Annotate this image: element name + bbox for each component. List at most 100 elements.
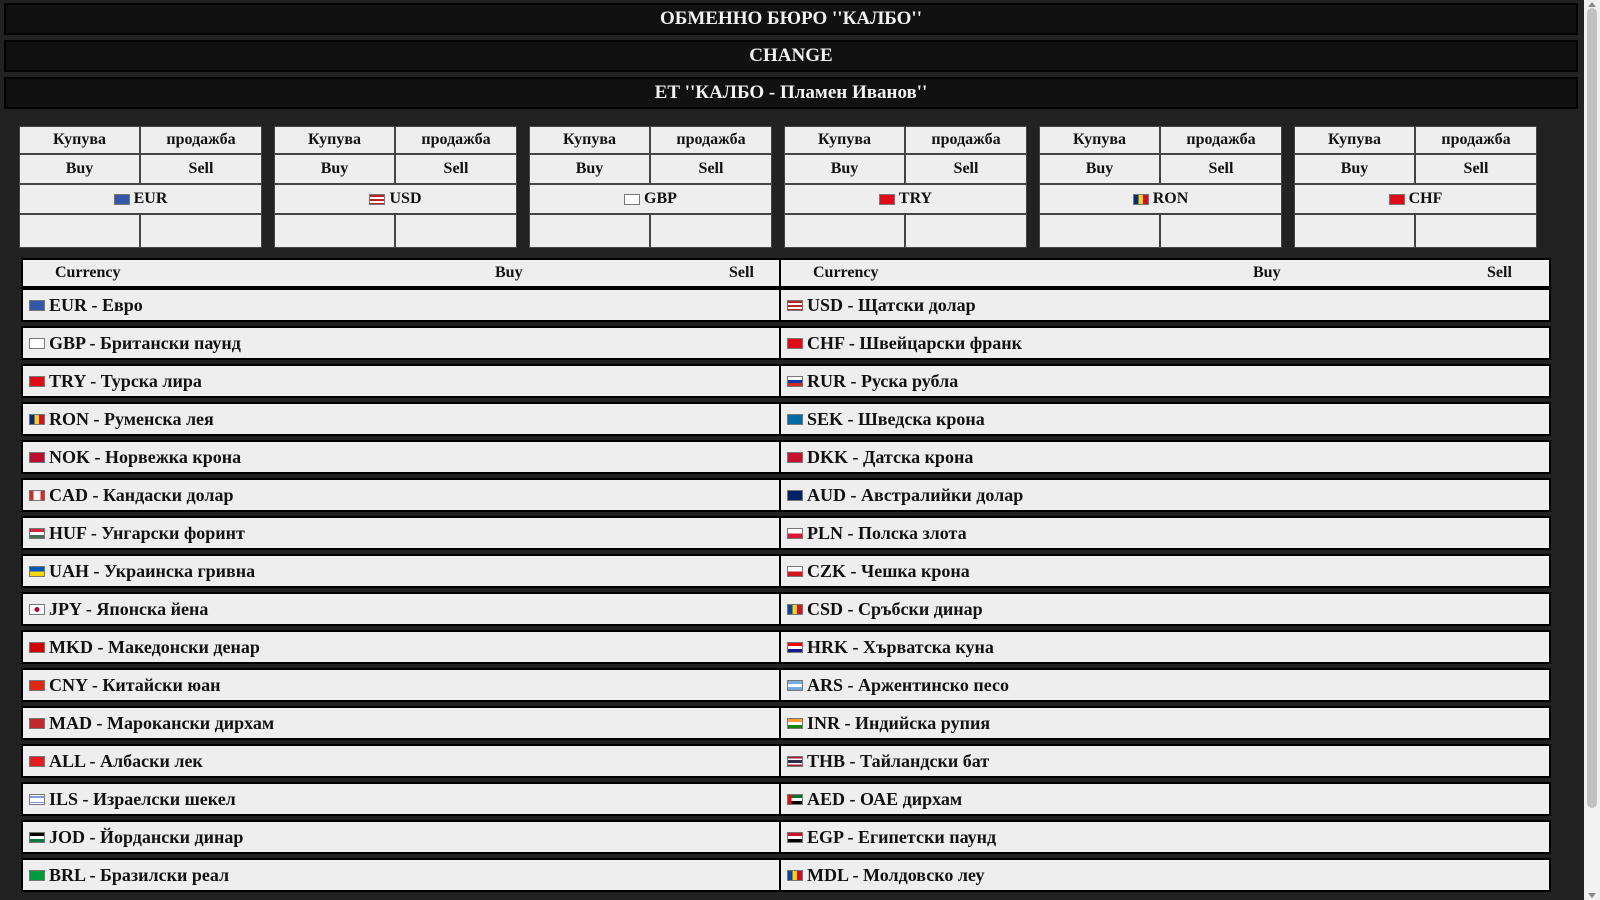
sell-label-en: Sell xyxy=(905,154,1027,184)
buy-value xyxy=(1039,214,1160,248)
sell-label-bg: продажба xyxy=(1160,126,1282,154)
currency-name: RON - Руменска лея xyxy=(49,408,214,429)
table-row: HRK - Хърватска куна xyxy=(779,630,1551,664)
sell-label-en: Sell xyxy=(1415,154,1537,184)
th-flag-icon xyxy=(787,755,803,767)
ma-flag-icon xyxy=(29,717,45,729)
table-row: CZK - Чешка крона xyxy=(779,554,1551,588)
table-row: JPY - Японска йена xyxy=(21,592,793,626)
sell-value xyxy=(1160,214,1282,248)
buy-label-en: Buy xyxy=(784,154,905,184)
table-row: AED - ОАЕ дирхам xyxy=(779,782,1551,816)
table-row: UAH - Украинска гривна xyxy=(21,554,793,588)
sell-value xyxy=(395,214,517,248)
sell-label-en: Sell xyxy=(650,154,772,184)
tr-flag-icon xyxy=(29,375,45,387)
buy-value xyxy=(274,214,395,248)
sell-label-bg: продажба xyxy=(1415,126,1537,154)
sell-value xyxy=(1415,214,1537,248)
rate-card-try: Купува продажба Buy Sell TRY xyxy=(784,126,1030,252)
currency-name: CNY - Китайски юан xyxy=(49,674,221,695)
mk-flag-icon xyxy=(29,641,45,653)
table-row: ARS - Аржентинско песо xyxy=(779,668,1551,702)
ar-flag-icon xyxy=(787,679,803,691)
pl-flag-icon xyxy=(787,527,803,539)
ae-flag-icon xyxy=(787,793,803,805)
buy-label-en: Buy xyxy=(1294,154,1415,184)
eu-flag-icon xyxy=(113,193,130,205)
table-row: EGP - Египетски паунд xyxy=(779,820,1551,854)
table-row: MDL - Молдовско леу xyxy=(779,858,1551,892)
currency-code: RON xyxy=(1152,190,1189,207)
table-row: ALL - Албаски лек xyxy=(21,744,793,778)
scroll-down-icon[interactable] xyxy=(1588,893,1596,898)
ru-flag-icon xyxy=(787,375,803,387)
buy-label-bg: Купува xyxy=(784,126,905,154)
scrollbar-thumb[interactable] xyxy=(1587,8,1597,808)
table-row: HUF - Унгарски форинт xyxy=(21,516,793,550)
rate-card-usd: Купува продажба Buy Sell USD xyxy=(274,126,520,252)
currency-name: EGP - Египетски паунд xyxy=(807,826,997,847)
sell-value xyxy=(650,214,772,248)
buy-label-bg: Купува xyxy=(274,126,395,154)
us-flag-icon xyxy=(787,299,803,311)
currency-name: SEK - Шведска крона xyxy=(807,408,985,429)
ro-flag-icon xyxy=(1132,193,1149,205)
currency-name: BRL - Бразилски реал xyxy=(49,864,230,885)
page-subtitle: CHANGE xyxy=(4,40,1578,72)
buy-value xyxy=(1294,214,1415,248)
gb-flag-icon xyxy=(29,337,45,349)
table-row: USD - Щатски долар xyxy=(779,288,1551,322)
header-sell: Sell xyxy=(1487,264,1512,281)
sell-label-en: Sell xyxy=(140,154,262,184)
header-buy: Buy xyxy=(1253,264,1281,281)
currency-name: ALL - Албаски лек xyxy=(49,750,203,771)
table-row: MAD - Марокански дирхам xyxy=(21,706,793,740)
currency-name: RUR - Руска рубла xyxy=(807,370,959,391)
buy-label-bg: Купува xyxy=(19,126,140,154)
currency-name: MKD - Македонски денар xyxy=(49,636,260,657)
sell-label-bg: продажба xyxy=(650,126,772,154)
table-row: SEK - Шведска крона xyxy=(779,402,1551,436)
buy-value xyxy=(784,214,905,248)
currency-name: CSD - Сръбски динар xyxy=(807,598,983,619)
currency-name: HRK - Хърватска куна xyxy=(807,636,994,657)
buy-value xyxy=(529,214,650,248)
table-row: EUR - Евро xyxy=(21,288,793,322)
currency-name: AUD - Австралийки долар xyxy=(807,484,1024,505)
ch-flag-icon xyxy=(1388,193,1405,205)
vertical-scrollbar[interactable] xyxy=(1584,0,1600,900)
currency-code: EUR xyxy=(133,190,168,207)
sell-label-en: Sell xyxy=(395,154,517,184)
md-flag-icon xyxy=(787,869,803,881)
buy-label-en: Buy xyxy=(1039,154,1160,184)
header-buy: Buy xyxy=(495,264,523,281)
currency-name: PLN - Полска злота xyxy=(807,522,967,543)
br-flag-icon xyxy=(29,869,45,881)
scroll-up-icon[interactable] xyxy=(1588,2,1596,7)
currency-name: THB - Тайландски бат xyxy=(807,750,990,771)
rate-card-chf: Купува продажба Buy Sell CHF xyxy=(1294,126,1540,252)
au-flag-icon xyxy=(787,489,803,501)
hu-flag-icon xyxy=(29,527,45,539)
ua-flag-icon xyxy=(29,565,45,577)
buy-label-en: Buy xyxy=(19,154,140,184)
currency-code: GBP xyxy=(644,190,677,207)
table-row: TRY - Турска лира xyxy=(21,364,793,398)
hr-flag-icon xyxy=(787,641,803,653)
ch-flag-icon xyxy=(787,337,803,349)
sell-label-bg: продажба xyxy=(905,126,1027,154)
buy-label-en: Buy xyxy=(529,154,650,184)
jo-flag-icon xyxy=(29,831,45,843)
table-row: CSD - Сръбски динар xyxy=(779,592,1551,626)
dk-flag-icon xyxy=(787,451,803,463)
table-row: PLN - Полска злота xyxy=(779,516,1551,550)
table-row: CAD - Кандаски долар xyxy=(21,478,793,512)
currency-name: GBP - Британски паунд xyxy=(49,332,241,353)
currency-name: NOK - Норвежка крона xyxy=(49,446,242,467)
table-row: CHF - Швейцарски франк xyxy=(779,326,1551,360)
header-sell: Sell xyxy=(729,264,754,281)
sell-label-en: Sell xyxy=(1160,154,1282,184)
currency-code-cell: USD xyxy=(274,184,517,214)
header-currency: Currency xyxy=(813,264,879,281)
